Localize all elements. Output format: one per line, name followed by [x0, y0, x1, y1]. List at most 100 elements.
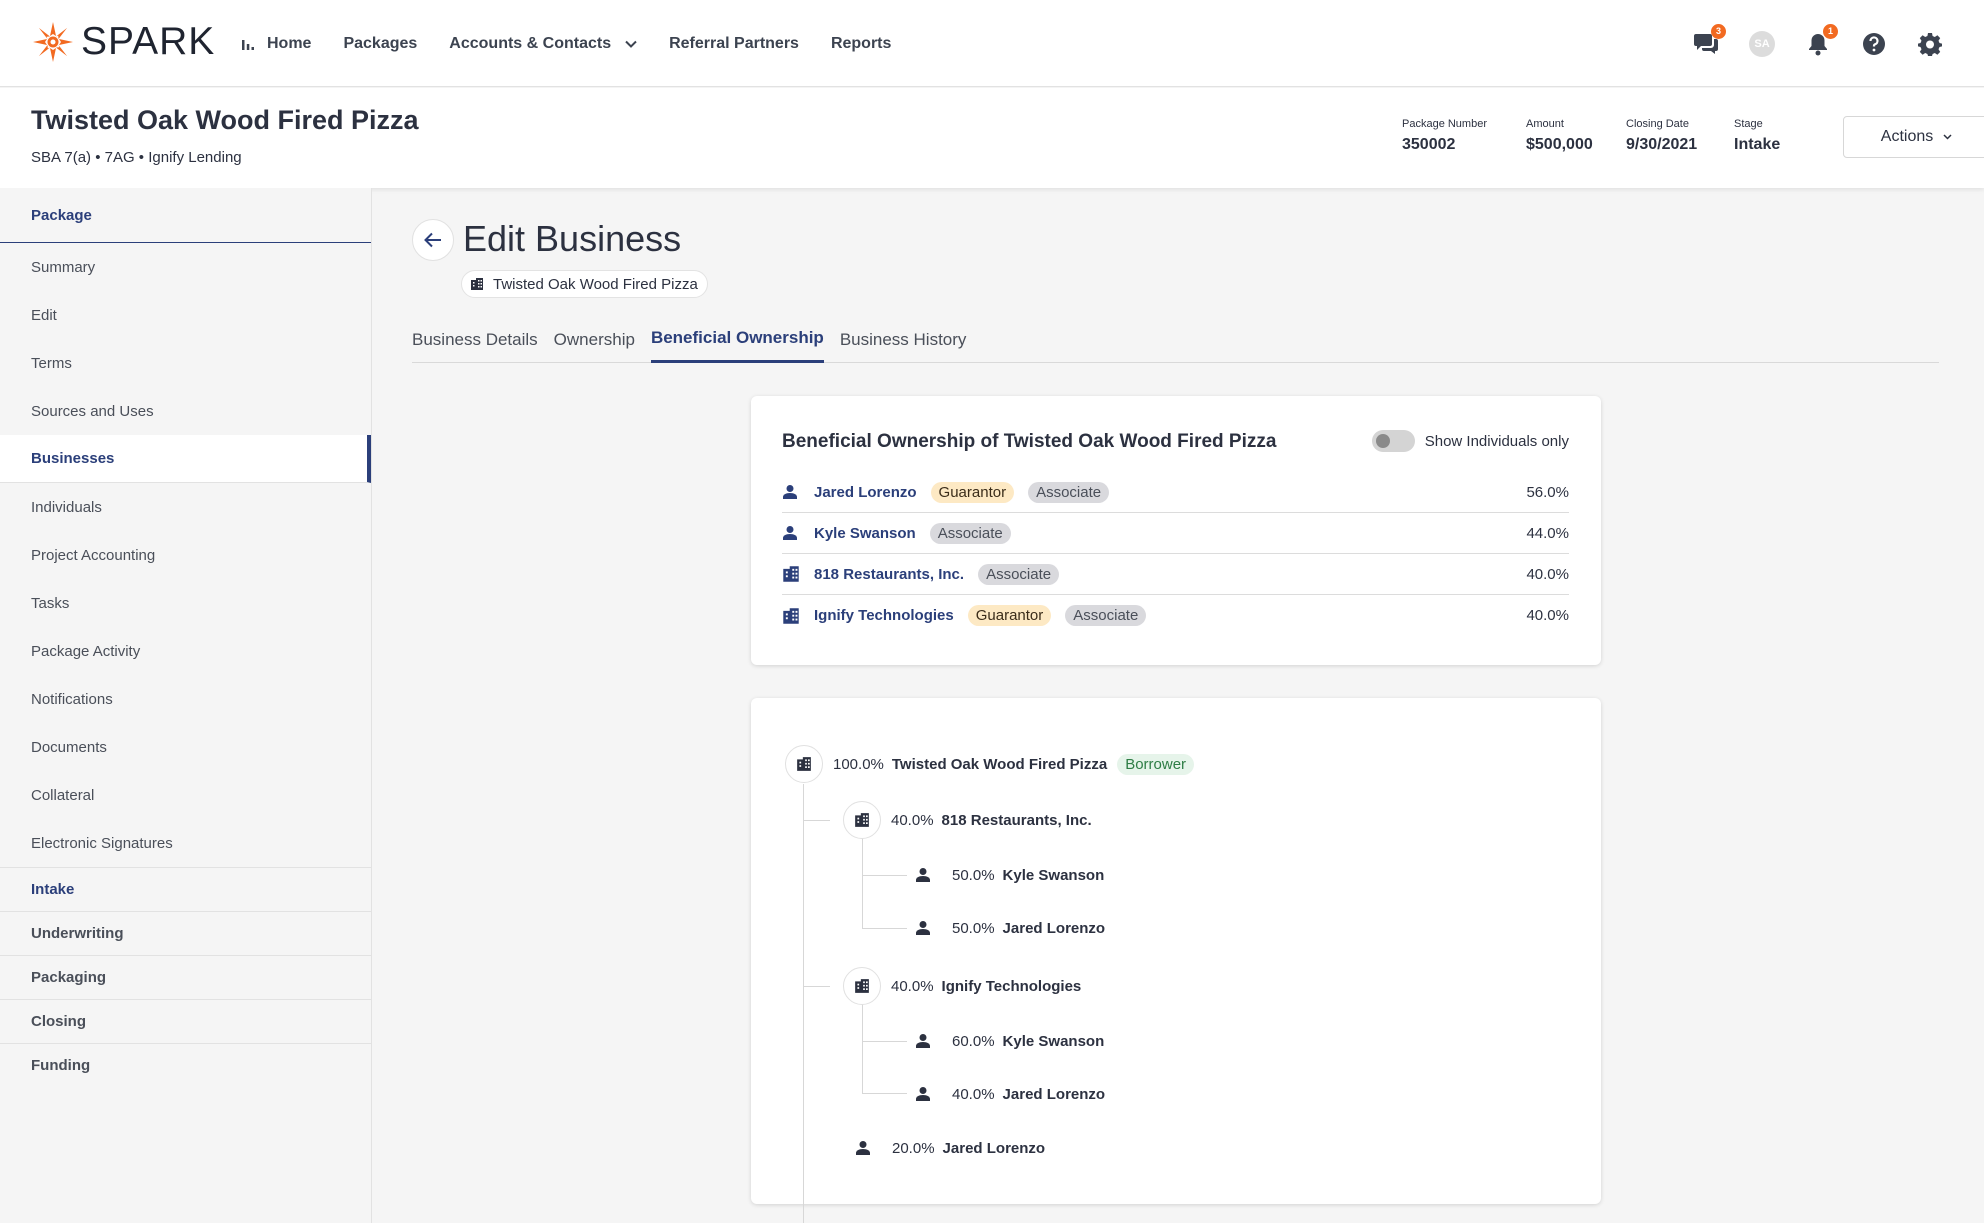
ownership-list: Jared Lorenzo Guarantor Associate 56.0% … [782, 472, 1569, 636]
owner-link[interactable]: Ignify Technologies [814, 607, 954, 624]
meta-value: 9/30/2021 [1626, 136, 1698, 153]
tree-percentage: 40.0% [891, 811, 934, 829]
business-tabs: Business Details Ownership Beneficial Ow… [412, 318, 1939, 363]
nav-right-tools: 3 SA 1 [1664, 0, 1944, 87]
tree-percentage: 50.0% [952, 919, 995, 937]
person-icon [904, 909, 942, 947]
tab-business-details[interactable]: Business Details [412, 318, 538, 363]
tree-name: Jared Lorenzo [1002, 1085, 1106, 1103]
spark-logo[interactable]: SPARK [31, 20, 215, 64]
ownership-percentage: 40.0% [1526, 607, 1569, 624]
avatar: SA [1749, 30, 1775, 57]
building-icon [843, 801, 881, 839]
sidebar-item-edit[interactable]: Edit [0, 291, 371, 339]
sidebar-item-tasks[interactable]: Tasks [0, 579, 371, 627]
sidebar-group-underwriting[interactable]: Underwriting [0, 911, 371, 955]
associate-badge: Associate [1065, 605, 1147, 626]
sidebar-item-sources-and-uses[interactable]: Sources and Uses [0, 387, 371, 435]
sidebar-item-package-activity[interactable]: Package Activity [0, 627, 371, 675]
show-individuals-toggle[interactable]: Show Individuals only [1371, 430, 1569, 452]
package-title: Twisted Oak Wood Fired Pizza [31, 105, 419, 135]
actions-button[interactable]: Actions [1843, 116, 1984, 158]
nav-reports[interactable]: Reports [831, 35, 891, 53]
tree-percentage: 40.0% [952, 1085, 995, 1103]
meta-value: Intake [1734, 136, 1781, 153]
spark-star-icon [33, 22, 73, 62]
person-icon [904, 856, 942, 894]
person-icon [782, 525, 802, 541]
sidebar-item-electronic-signatures[interactable]: Electronic Signatures [0, 819, 371, 867]
tab-beneficial-ownership[interactable]: Beneficial Ownership [650, 318, 824, 363]
guarantor-badge: Guarantor [967, 605, 1052, 626]
tree-connector [803, 820, 830, 821]
back-button[interactable] [412, 219, 454, 261]
sidebar-section-package[interactable]: Package [0, 188, 371, 243]
building-icon [782, 565, 802, 583]
settings-button[interactable] [1916, 30, 1944, 58]
notifications-badge: 1 [1823, 23, 1838, 39]
sidebar-item-project-accounting[interactable]: Project Accounting [0, 531, 371, 579]
help-button[interactable] [1860, 30, 1888, 58]
sidebar-item-terms[interactable]: Terms [0, 339, 371, 387]
tree-node-person: 50.0% Kyle Swanson [904, 856, 1104, 894]
meta-label: Stage [1734, 118, 1763, 130]
sidebar-item-documents[interactable]: Documents [0, 723, 371, 771]
tree-name: Ignify Technologies [941, 977, 1082, 995]
card-title: Beneficial Ownership of Twisted Oak Wood… [782, 431, 1277, 452]
person-icon [844, 1129, 882, 1167]
tab-ownership[interactable]: Ownership [554, 318, 635, 363]
tree-percentage: 60.0% [952, 1032, 995, 1050]
sidebar-group-funding[interactable]: Funding [0, 1043, 371, 1087]
tree-percentage: 20.0% [892, 1139, 935, 1157]
building-icon [785, 745, 823, 783]
chat-button[interactable]: 3 [1692, 23, 1726, 58]
tree-connector [862, 875, 907, 876]
sidebar-item-summary[interactable]: Summary [0, 243, 371, 291]
toggle-switch[interactable] [1371, 430, 1415, 452]
sidebar-item-notifications[interactable]: Notifications [0, 675, 371, 723]
ownership-percentage: 44.0% [1526, 524, 1569, 542]
owner-link[interactable]: Kyle Swanson [814, 525, 916, 542]
beneficial-ownership-card: Beneficial Ownership of Twisted Oak Wood… [751, 396, 1601, 665]
tree-node-person: 40.0% Jared Lorenzo [904, 1075, 1105, 1113]
user-avatar-button[interactable]: SA [1748, 30, 1776, 58]
sidebar-group-packaging[interactable]: Packaging [0, 955, 371, 999]
owner-link[interactable]: 818 Restaurants, Inc. [814, 566, 964, 583]
meta-value: $500,000 [1526, 136, 1593, 153]
nav-accounts-contacts[interactable]: Accounts & Contacts [449, 35, 637, 53]
tree-name: Kyle Swanson [1002, 1032, 1105, 1050]
brand-name: SPARK [81, 20, 216, 63]
meta-stage: Stage Intake [1734, 118, 1780, 154]
nav-home[interactable]: Home [241, 35, 311, 53]
tab-business-history[interactable]: Business History [840, 318, 967, 363]
actions-label: Actions [1880, 128, 1934, 145]
meta-label: Closing Date [1626, 118, 1689, 130]
person-icon [782, 484, 802, 500]
list-item: Kyle Swanson Associate 44.0% [782, 513, 1569, 554]
bar-chart-icon [241, 37, 255, 51]
sidebar-item-collateral[interactable]: Collateral [0, 771, 371, 819]
sidebar-group-closing[interactable]: Closing [0, 999, 371, 1043]
ownership-percentage: 40.0% [1526, 565, 1569, 583]
person-icon [904, 1075, 942, 1113]
sidebar-item-businesses[interactable]: Businesses [0, 435, 371, 483]
tree-node-person: 60.0% Kyle Swanson [904, 1022, 1104, 1060]
ownership-tree-card: 100.0% Twisted Oak Wood Fired Pizza Borr… [751, 698, 1601, 1223]
tree-connector [862, 1004, 863, 1093]
chevron-down-icon [1943, 134, 1952, 140]
nav-referral-partners[interactable]: Referral Partners [669, 35, 799, 53]
help-icon [1863, 32, 1885, 55]
meta-closing-date: Closing Date 9/30/2021 [1626, 118, 1697, 154]
associate-badge: Associate [929, 522, 1011, 544]
sidebar-group-intake[interactable]: Intake [0, 867, 371, 911]
tree-node-person: 20.0% Jared Lorenzo [844, 1129, 1045, 1167]
nav-packages[interactable]: Packages [343, 35, 417, 53]
tree-percentage: 40.0% [891, 977, 934, 995]
notifications-button[interactable]: 1 [1804, 23, 1838, 58]
tree-name: Jared Lorenzo [1002, 919, 1106, 937]
owner-link[interactable]: Jared Lorenzo [814, 484, 917, 501]
chevron-down-icon [625, 40, 637, 48]
tree-connector [803, 784, 804, 1223]
sidebar-item-individuals[interactable]: Individuals [0, 483, 371, 531]
package-subtitle: SBA 7(a) • 7AG • Ignify Lending [31, 149, 242, 166]
